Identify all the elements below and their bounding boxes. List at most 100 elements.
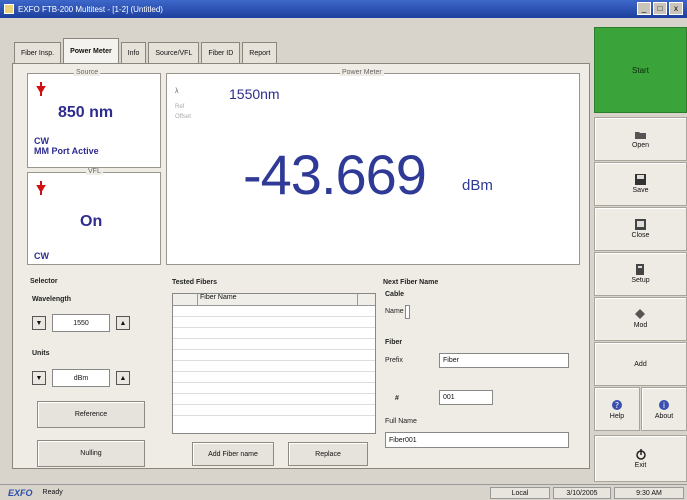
status-bar: EXFO Ready Local 3/10/2005 9:30 AM: [0, 484, 687, 500]
status-cell-time: 9:30 AM: [614, 487, 684, 499]
cable-name-field[interactable]: [405, 305, 410, 319]
list-item[interactable]: [173, 317, 375, 328]
close-doc-label: Close: [631, 232, 650, 239]
svg-text:?: ?: [615, 401, 619, 410]
replace-button[interactable]: Replace: [288, 442, 368, 466]
laser-icon: [36, 181, 46, 195]
source-panel[interactable]: 850 nm CW MM Port Active: [27, 73, 161, 168]
reference-button[interactable]: Reference: [37, 401, 145, 428]
source-mode: CW: [34, 136, 49, 146]
tested-fibers-title: Tested Fibers: [172, 279, 217, 286]
nulling-button[interactable]: Nulling: [37, 440, 145, 467]
number-label: #: [395, 395, 399, 402]
pm-wavelength: 1550nm: [229, 86, 280, 102]
setup-label: Setup: [631, 277, 650, 284]
close-button[interactable]: x: [669, 2, 683, 15]
list-item[interactable]: [173, 383, 375, 394]
list-item[interactable]: [173, 350, 375, 361]
cable-label: Cable: [385, 291, 405, 298]
wavelength-value: 1550: [52, 314, 110, 332]
tab-power-meter[interactable]: Power Meter: [63, 38, 119, 64]
tested-fibers-list[interactable]: Fiber Name: [172, 293, 376, 434]
wavelength-up-button[interactable]: ▲: [116, 316, 130, 330]
prefix-field[interactable]: Fiber: [439, 353, 569, 368]
exit-button[interactable]: Exit: [594, 435, 687, 482]
add-button[interactable]: Add: [594, 342, 687, 386]
power-unit: dBm: [462, 177, 493, 194]
next-fiber-title: Next Fiber Name: [383, 279, 439, 286]
list-item[interactable]: [173, 328, 375, 339]
fiber-label: Fiber: [385, 339, 403, 346]
power-reading: -43.669: [243, 143, 427, 206]
exfo-logo: EXFO: [8, 487, 33, 498]
wavelength-label: Wavelength: [32, 296, 72, 303]
vfl-title: VFL: [86, 168, 103, 175]
source-wavelength: 850 nm: [58, 104, 114, 121]
source-mode-group: CW MM Port Active: [34, 136, 99, 156]
help-label: Help: [609, 412, 625, 420]
full-name-field[interactable]: Fiber001: [385, 432, 569, 448]
exit-label: Exit: [634, 462, 647, 469]
power-meter-display: λ 1550nm Ref Offset -43.669 dBm: [166, 73, 580, 265]
window-title: EXFO FTB-200 Multitest - [1-2] (Untitled…: [18, 4, 163, 14]
list-item[interactable]: [173, 394, 375, 405]
about-icon: i: [659, 399, 669, 410]
fiber-name-column[interactable]: Fiber Name: [198, 294, 358, 305]
add-fiber-name-button[interactable]: Add Fiber name: [192, 442, 274, 466]
list-item[interactable]: [173, 361, 375, 372]
vfl-mode: CW: [34, 251, 49, 261]
setup-button[interactable]: Setup: [594, 252, 687, 296]
units-down-button[interactable]: ▼: [32, 371, 46, 385]
save-label: Save: [632, 187, 649, 194]
open-label: Open: [631, 141, 650, 149]
vfl-state: On: [80, 213, 103, 230]
units-up-button[interactable]: ▲: [116, 371, 130, 385]
help-button[interactable]: ? Help: [594, 387, 640, 431]
add-label: Add: [634, 360, 647, 368]
tab-fiber-id[interactable]: Fiber ID: [201, 42, 241, 64]
list-item[interactable]: [173, 306, 375, 317]
app-icon: [4, 4, 14, 14]
about-label: About: [654, 412, 674, 420]
lambda-label: λ: [175, 88, 179, 95]
start-button[interactable]: Start: [594, 27, 687, 113]
units-label: Units: [32, 350, 50, 357]
mod-button[interactable]: Mod: [594, 297, 687, 341]
units-value: dBm: [52, 369, 110, 387]
vfl-panel[interactable]: On CW: [27, 172, 161, 265]
maximize-button[interactable]: □: [653, 2, 667, 15]
status-cell-mode: Local: [490, 487, 550, 499]
close-doc-button[interactable]: Close: [594, 207, 687, 251]
folder-icon: [634, 131, 646, 139]
list-item[interactable]: [173, 372, 375, 383]
close-doc-icon: [635, 219, 646, 230]
full-name-label: Full Name: [385, 418, 417, 425]
module-icon: [635, 309, 645, 319]
wavelength-spinner: ▼ 1550 ▲: [32, 314, 130, 332]
about-button[interactable]: i About: [641, 387, 687, 431]
units-spinner: ▼ dBm ▲: [32, 369, 130, 387]
minimize-button[interactable]: _: [637, 2, 651, 15]
tab-fiber-insp[interactable]: Fiber Insp.: [14, 42, 62, 64]
start-label: Start: [632, 65, 649, 75]
status-cell-date: 3/10/2005: [553, 487, 611, 499]
tab-info[interactable]: Info: [120, 42, 147, 64]
wavelength-down-button[interactable]: ▼: [32, 316, 46, 330]
mod-label: Mod: [633, 322, 648, 329]
offset-label: Offset: [175, 114, 191, 120]
tab-report[interactable]: Report: [242, 42, 278, 64]
cable-name-label: Name: [385, 308, 404, 315]
source-port-status: MM Port Active: [34, 146, 99, 156]
power-meter-title: Power Meter: [340, 69, 384, 76]
tab-source-vfl[interactable]: Source/VFL: [148, 42, 200, 64]
disk-icon: [635, 174, 646, 185]
setup-icon: [636, 264, 644, 275]
prefix-label: Prefix: [385, 357, 403, 364]
list-item[interactable]: [173, 339, 375, 350]
save-button[interactable]: Save: [594, 162, 687, 206]
tab-bar: Fiber Insp. Power Meter Info Source/VFL …: [14, 38, 279, 64]
open-button[interactable]: Open: [594, 117, 687, 161]
ref-label: Ref: [175, 104, 185, 110]
number-field[interactable]: 001: [439, 390, 493, 405]
list-item[interactable]: [173, 405, 375, 416]
